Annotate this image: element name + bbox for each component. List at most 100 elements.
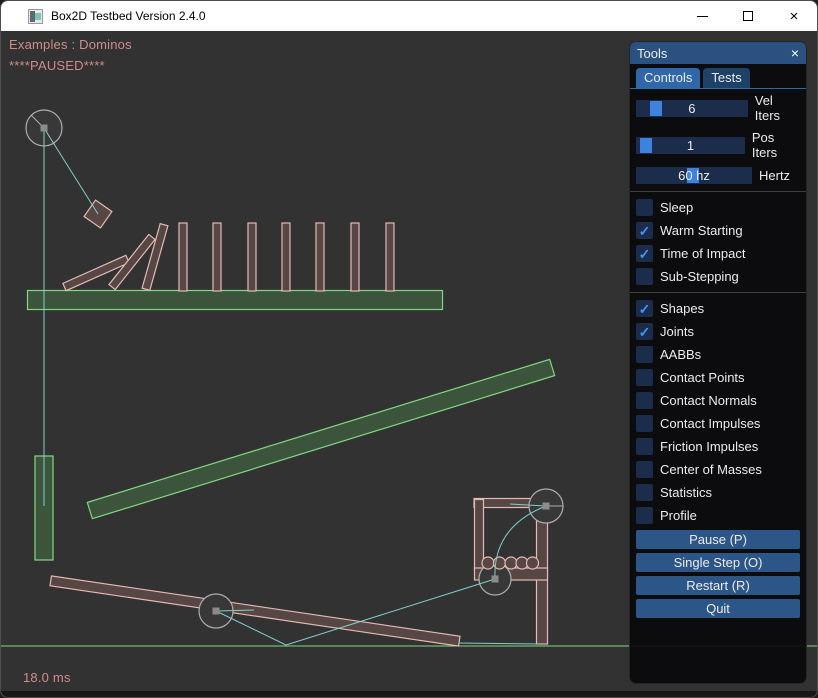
slider-value: 1 xyxy=(636,137,745,154)
slider-track-pos-iters[interactable]: 1 xyxy=(636,137,745,154)
slider-track-hertz[interactable]: 60 hz xyxy=(636,167,752,184)
single-step-o-button[interactable]: Single Step (O) xyxy=(636,553,800,572)
window-title: Box2D Testbed Version 2.4.0 xyxy=(51,9,206,23)
joint-anchor xyxy=(213,608,220,615)
checkbox-warm-starting[interactable]: ✓ xyxy=(636,222,653,239)
domino-3 xyxy=(248,223,256,291)
checkbox-sub-stepping[interactable] xyxy=(636,268,653,285)
checkbox-row-sleep: Sleep xyxy=(636,196,800,219)
paused-label: ****PAUSED**** xyxy=(9,58,105,73)
checkbox-contact-impulses[interactable] xyxy=(636,415,653,432)
joint-anchor xyxy=(492,576,499,583)
joint-line xyxy=(459,643,539,644)
panel-close-icon[interactable]: × xyxy=(791,46,799,60)
domino-1 xyxy=(179,223,187,291)
test-name-label: Examples : Dominos xyxy=(9,37,132,52)
checkbox-label: Warm Starting xyxy=(660,223,743,238)
checkbox-row-contact-normals: Contact Normals xyxy=(636,389,800,412)
checkbox-row-statistics: Statistics xyxy=(636,481,800,504)
checkbox-label: AABBs xyxy=(660,347,701,362)
separator xyxy=(630,191,806,192)
checkbox-row-friction-impulses: Friction Impulses xyxy=(636,435,800,458)
domino-4 xyxy=(282,223,290,291)
slider-track-vel-iters[interactable]: 6 xyxy=(636,100,748,117)
joint-anchor xyxy=(41,125,48,132)
tools-panel-titlebar[interactable]: Tools × xyxy=(630,42,806,64)
checkbox-row-time-of-impact: ✓ Time of Impact xyxy=(636,242,800,265)
slider-value: 60 hz xyxy=(636,167,752,184)
angled-ramp xyxy=(87,359,554,518)
checkbox-label: Center of Masses xyxy=(660,462,762,477)
maximize-button[interactable] xyxy=(725,1,771,31)
domino-6 xyxy=(351,223,359,291)
checkbox-aabbs[interactable] xyxy=(636,346,653,363)
checkbox-statistics[interactable] xyxy=(636,484,653,501)
close-icon: × xyxy=(790,9,799,24)
tab-controls[interactable]: Controls xyxy=(636,68,700,88)
checkbox-label: Statistics xyxy=(660,485,712,500)
checkmark-icon: ✓ xyxy=(639,247,651,261)
checkbox-label: Shapes xyxy=(660,301,704,316)
minimize-icon xyxy=(697,16,708,17)
titlebar: Box2D Testbed Version 2.4.0 × xyxy=(1,1,817,31)
quit-button[interactable]: Quit xyxy=(636,599,800,618)
restart-r-button[interactable]: Restart (R) xyxy=(636,576,800,595)
checkbox-shapes[interactable]: ✓ xyxy=(636,300,653,317)
checkmark-icon: ✓ xyxy=(639,325,651,339)
checkbox-label: Contact Impulses xyxy=(660,416,760,431)
slider-value: 6 xyxy=(636,100,748,117)
checkbox-label: Time of Impact xyxy=(660,246,745,261)
checkbox-label: Profile xyxy=(660,508,697,523)
pause-p-button[interactable]: Pause (P) xyxy=(636,530,800,549)
checkmark-icon: ✓ xyxy=(639,302,651,316)
checkbox-row-sub-stepping: Sub-Stepping xyxy=(636,265,800,288)
joint-anchor xyxy=(543,503,550,510)
seesaw-plank xyxy=(50,576,460,646)
app-window: Box2D Testbed Version 2.4.0 × Examples :… xyxy=(0,0,818,698)
checkbox-row-shapes: ✓ Shapes xyxy=(636,297,800,320)
checkbox-row-joints: ✓ Joints xyxy=(636,320,800,343)
domino-platform xyxy=(28,291,443,310)
checkmark-icon: ✓ xyxy=(639,224,651,238)
checkbox-row-contact-points: Contact Points xyxy=(636,366,800,389)
tools-panel: Tools × ControlsTests 6 Vel Iters 1 Pos … xyxy=(629,41,807,684)
separator xyxy=(630,292,806,293)
checkbox-contact-points[interactable] xyxy=(636,369,653,386)
action-button-group: Pause (P) Single Step (O) Restart (R) Quit xyxy=(636,530,800,618)
domino-7 xyxy=(386,223,394,291)
checkbox-profile[interactable] xyxy=(636,507,653,524)
joint-line xyxy=(44,128,98,214)
slider-row-pos-iters: 1 Pos Iters xyxy=(636,130,800,160)
draw-option-group: ✓ Shapes ✓ Joints AABBs Contact Points C… xyxy=(636,297,800,527)
checkbox-center-of-masses[interactable] xyxy=(636,461,653,478)
checkbox-joints[interactable]: ✓ xyxy=(636,323,653,340)
checkbox-contact-normals[interactable] xyxy=(636,392,653,409)
domino-5 xyxy=(316,223,324,291)
frame-left-post xyxy=(475,500,484,571)
ball-5 xyxy=(527,557,539,569)
checkbox-label: Friction Impulses xyxy=(660,439,758,454)
checkbox-row-center-of-masses: Center of Masses xyxy=(636,458,800,481)
checkbox-friction-impulses[interactable] xyxy=(636,438,653,455)
minimize-button[interactable] xyxy=(679,1,725,31)
slider-label: Pos Iters xyxy=(752,130,800,160)
close-button[interactable]: × xyxy=(771,1,817,31)
domino-fallen-3 xyxy=(142,224,168,291)
checkbox-time-of-impact[interactable]: ✓ xyxy=(636,245,653,262)
tab-bar: ControlsTests xyxy=(630,68,806,89)
app-icon xyxy=(28,9,43,24)
checkbox-sleep[interactable] xyxy=(636,199,653,216)
checkbox-label: Sub-Stepping xyxy=(660,269,739,284)
domino-2 xyxy=(213,223,221,291)
checkbox-label: Joints xyxy=(660,324,694,339)
checkbox-label: Sleep xyxy=(660,200,693,215)
slider-group: 6 Vel Iters 1 Pos Iters 60 hz Hertz xyxy=(636,93,800,184)
ball-3 xyxy=(505,557,517,569)
slider-row-hertz: 60 hz Hertz xyxy=(636,167,800,184)
frame-time-label: 18.0 ms xyxy=(23,670,71,685)
slider-label: Hertz xyxy=(759,168,790,183)
checkbox-row-contact-impulses: Contact Impulses xyxy=(636,412,800,435)
tab-tests[interactable]: Tests xyxy=(703,68,749,88)
checkbox-row-profile: Profile xyxy=(636,504,800,527)
checkbox-row-aabbs: AABBs xyxy=(636,343,800,366)
